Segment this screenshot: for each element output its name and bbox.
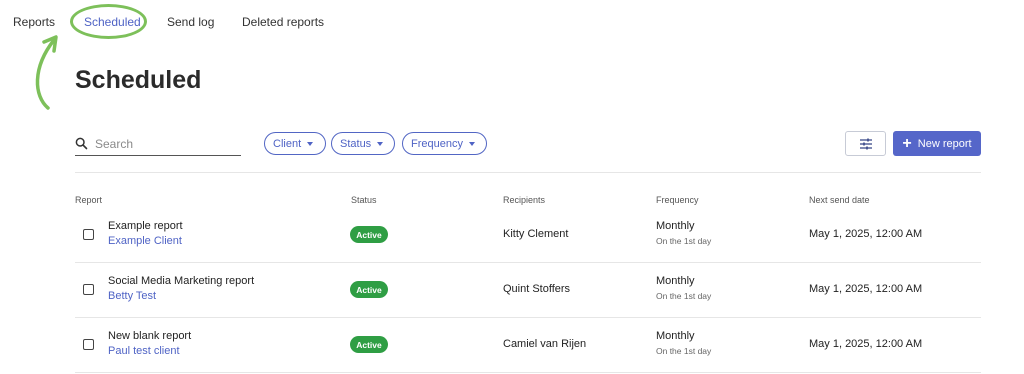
frequency-detail: On the 1st day bbox=[656, 236, 712, 246]
plus-icon: + bbox=[902, 134, 912, 152]
frequency-detail: On the 1st day bbox=[656, 291, 712, 301]
tab-deleted-reports[interactable]: Deleted reports bbox=[242, 15, 324, 29]
caret-down-icon bbox=[468, 141, 475, 146]
status-badge: Active bbox=[350, 226, 388, 243]
caret-down-icon bbox=[307, 141, 314, 146]
table-row[interactable]: New blank report Paul test client Active… bbox=[75, 317, 981, 372]
column-header-frequency: Frequency bbox=[656, 195, 699, 205]
report-name[interactable]: New blank report bbox=[108, 330, 191, 342]
column-settings-button[interactable] bbox=[845, 131, 886, 156]
filter-frequency-label: Frequency bbox=[411, 137, 463, 150]
search-icon bbox=[75, 137, 88, 150]
client-link[interactable]: Example Client bbox=[108, 235, 182, 247]
report-name[interactable]: Example report bbox=[108, 220, 183, 232]
frequency: Monthly bbox=[656, 330, 695, 342]
client-link[interactable]: Betty Test bbox=[108, 290, 156, 302]
new-report-button[interactable]: + New report bbox=[893, 131, 981, 156]
next-send-date: May 1, 2025, 12:00 AM bbox=[809, 228, 923, 240]
frequency: Monthly bbox=[656, 220, 695, 232]
search-box[interactable] bbox=[75, 135, 241, 156]
status-badge: Active bbox=[350, 336, 388, 353]
recipients: Camiel van Rijen bbox=[503, 338, 587, 350]
curved-arrow-icon bbox=[35, 35, 58, 110]
row-divider bbox=[75, 372, 981, 373]
client-link[interactable]: Paul test client bbox=[108, 345, 180, 357]
report-name[interactable]: Social Media Marketing report bbox=[108, 275, 254, 287]
filter-client-dropdown[interactable]: Client bbox=[264, 132, 326, 155]
recipients: Quint Stoffers bbox=[503, 283, 571, 295]
column-header-next-send-date: Next send date bbox=[809, 195, 870, 205]
row-checkbox[interactable] bbox=[83, 229, 94, 240]
page-title: Scheduled bbox=[75, 66, 202, 94]
column-header-recipients: Recipients bbox=[503, 195, 546, 205]
tab-send-log[interactable]: Send log bbox=[167, 15, 214, 29]
frequency-detail: On the 1st day bbox=[656, 346, 712, 356]
filter-frequency-dropdown[interactable]: Frequency bbox=[402, 132, 487, 155]
new-report-label: New report bbox=[917, 137, 972, 150]
highlight-oval-annotation bbox=[70, 4, 147, 39]
table-row[interactable]: Social Media Marketing report Betty Test… bbox=[75, 262, 981, 317]
tab-reports[interactable]: Reports bbox=[13, 15, 55, 29]
table-row[interactable]: Example report Example Client Active Kit… bbox=[75, 207, 981, 262]
divider bbox=[75, 172, 981, 173]
search-input[interactable] bbox=[95, 135, 239, 153]
column-header-report: Report bbox=[75, 195, 103, 205]
status-badge: Active bbox=[350, 281, 388, 298]
row-checkbox[interactable] bbox=[83, 339, 94, 350]
filter-client-label: Client bbox=[273, 137, 302, 150]
recipients: Kitty Clement bbox=[503, 228, 569, 240]
caret-down-icon bbox=[377, 141, 384, 146]
filter-status-label: Status bbox=[340, 137, 372, 150]
top-nav: Reports Scheduled Send log Deleted repor… bbox=[0, 0, 1024, 44]
filter-status-dropdown[interactable]: Status bbox=[331, 132, 395, 155]
sliders-icon bbox=[859, 138, 872, 149]
next-send-date: May 1, 2025, 12:00 AM bbox=[809, 283, 923, 295]
column-header-status: Status bbox=[351, 195, 377, 205]
frequency: Monthly bbox=[656, 275, 695, 287]
row-checkbox[interactable] bbox=[83, 284, 94, 295]
next-send-date: May 1, 2025, 12:00 AM bbox=[809, 338, 923, 350]
